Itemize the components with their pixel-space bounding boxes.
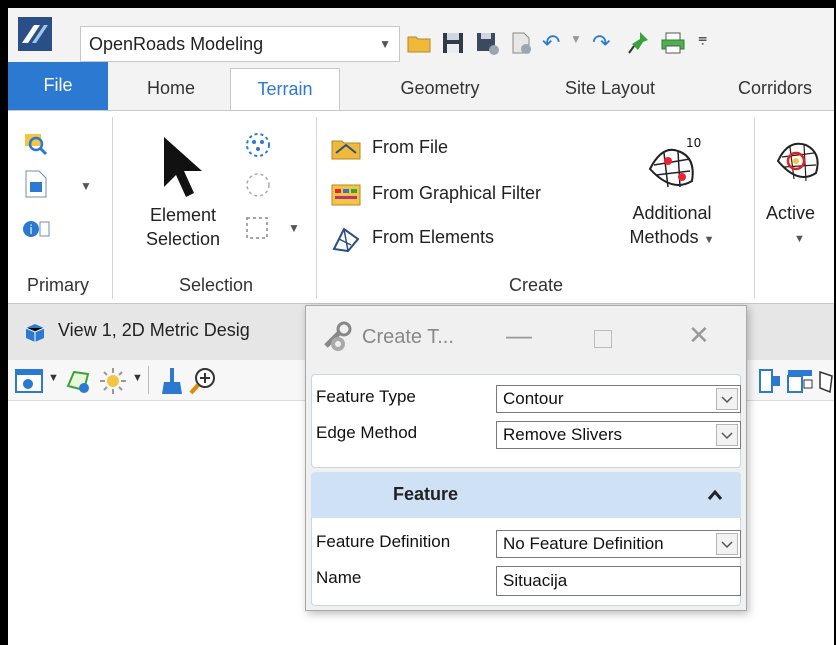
additional-methods-label: Methods [629, 227, 699, 247]
feature-section-header[interactable]: Feature [311, 472, 741, 518]
maximize-icon[interactable] [594, 330, 612, 348]
group-separator [112, 117, 113, 299]
redo-icon[interactable]: ↷ [592, 30, 610, 56]
general-settings-panel: Feature Type Contour Edge Method Remove … [311, 374, 741, 468]
version-badge: 10.0 [686, 136, 702, 150]
feature-type-value: Contour [503, 389, 564, 408]
tools-icon [324, 321, 352, 351]
group-label-selection: Selection [178, 275, 254, 295]
select-all-icon[interactable] [244, 131, 272, 159]
minimize-icon[interactable]: — [506, 320, 532, 351]
rectangle-selection-icon[interactable] [244, 215, 270, 241]
group-label-primary: Primary [27, 275, 89, 295]
view-title: View 1, 2D Metric Desig [58, 320, 250, 340]
chevron-down-icon [716, 388, 738, 410]
close-icon[interactable]: ✕ [688, 320, 710, 351]
chevron-down-icon[interactable]: ▼ [794, 233, 805, 245]
lighting-icon[interactable] [98, 366, 128, 396]
feature-section-title: Feature [393, 484, 459, 504]
feature-definition-dropdown[interactable]: No Feature Definition [496, 530, 741, 558]
terrain-search-icon[interactable] [22, 129, 50, 157]
dialog-title-bar[interactable]: Create T... — ✕ [306, 306, 746, 372]
undo-icon[interactable]: ↶ [542, 30, 560, 56]
from-elements-label[interactable]: From Elements [372, 227, 494, 248]
display-style-icon[interactable] [64, 366, 94, 396]
svg-text:i: i [29, 223, 32, 237]
from-graphical-filter-label[interactable]: From Graphical Filter [372, 183, 541, 204]
feature-type-dropdown[interactable]: Contour [496, 385, 741, 413]
name-label: Name [316, 568, 362, 587]
edge-method-label: Edge Method [316, 423, 418, 442]
chevron-down-icon[interactable]: ▼ [288, 221, 300, 235]
feature-definition-label: Feature Definition [316, 532, 451, 551]
dialog-title: Create T... [362, 326, 454, 348]
ribbon-panel: ▼ i Primary Element Selection ▼ Selectio… [8, 110, 834, 304]
from-elements-icon[interactable] [330, 225, 362, 253]
element-selection-line1[interactable]: Element [138, 205, 228, 226]
tab-geometry[interactable]: Geometry [380, 68, 500, 110]
circle-selection-icon[interactable] [244, 171, 272, 199]
additional-methods-icon[interactable]: 10.0 [642, 135, 702, 197]
active-label[interactable]: Active [766, 203, 815, 224]
save-icon[interactable] [440, 30, 466, 56]
group-label-create: Create [508, 275, 564, 295]
chevron-down-icon[interactable]: ▼ [48, 372, 59, 384]
collapse-chevron-up-icon[interactable] [707, 488, 723, 502]
name-input[interactable]: Situacija [496, 566, 741, 596]
from-file-label[interactable]: From File [372, 137, 448, 158]
feature-section-panel: Feature Definition No Feature Definition… [311, 518, 741, 606]
tab-site-layout[interactable]: Site Layout [540, 68, 680, 110]
terrain-document-icon[interactable] [22, 169, 50, 199]
chevron-down-icon: ▼ [379, 37, 391, 51]
customize-qat-icon[interactable]: ⩦ [698, 30, 707, 48]
clear-view-brush-icon[interactable] [158, 366, 186, 396]
chevron-down-icon [716, 533, 738, 555]
create-terrain-dialog: Create T... — ✕ Feature Type Contour Edg… [305, 305, 747, 611]
element-selection-line2[interactable]: Selection [138, 229, 228, 250]
from-file-icon[interactable] [330, 135, 362, 161]
view-cube-icon[interactable] [24, 322, 46, 344]
cursor-arrow-icon[interactable] [158, 133, 210, 201]
toolbar-separator [148, 366, 149, 394]
tab-corridors[interactable]: Corridors [716, 68, 834, 110]
additional-methods-line1[interactable]: Additional [622, 203, 722, 224]
group-separator [754, 117, 755, 299]
from-graphical-filter-icon[interactable] [330, 181, 362, 209]
chevron-down-icon: ▼ [703, 234, 715, 246]
copy-view-icon[interactable] [786, 366, 816, 396]
chevron-down-icon[interactable]: ▼ [80, 179, 92, 193]
pin-icon[interactable] [626, 30, 652, 56]
chevron-down-icon [716, 424, 738, 446]
edge-method-dropdown[interactable]: Remove Slivers [496, 421, 741, 449]
workflow-value: OpenRoads Modeling [89, 34, 264, 54]
view-attributes-icon[interactable] [14, 368, 44, 394]
view-clip-icon[interactable] [818, 366, 834, 396]
ribbon-tabs: File Home Terrain Geometry Site Layout C… [8, 62, 834, 110]
tab-home[interactable]: Home [126, 68, 216, 110]
edge-method-value: Remove Slivers [503, 425, 623, 444]
openroads-logo-icon[interactable] [18, 17, 52, 51]
terrain-properties-icon[interactable]: i [22, 215, 50, 243]
save-settings-icon[interactable] [474, 30, 500, 56]
workflow-dropdown[interactable]: OpenRoads Modeling ▼ [80, 26, 400, 62]
zoom-in-icon[interactable] [188, 366, 218, 396]
feature-definition-value: No Feature Definition [503, 534, 664, 553]
tab-terrain[interactable]: Terrain [230, 68, 340, 110]
tab-file[interactable]: File [8, 62, 108, 110]
chevron-down-icon[interactable]: ▼ [132, 372, 143, 384]
group-separator [316, 117, 317, 299]
additional-methods-line2[interactable]: Methods ▼ [622, 227, 722, 248]
feature-type-label: Feature Type [316, 387, 416, 406]
print-icon[interactable] [660, 30, 686, 56]
view-tool-icon[interactable] [758, 366, 784, 396]
undo-dropdown-icon[interactable]: ▼ [570, 32, 582, 46]
active-terrain-icon[interactable] [772, 135, 824, 187]
open-folder-icon[interactable] [406, 30, 432, 56]
quick-access-toolbar: OpenRoads Modeling ▼ ↶ ▼ ↷ ⩦ [8, 8, 834, 62]
document-settings-icon[interactable] [508, 30, 534, 56]
